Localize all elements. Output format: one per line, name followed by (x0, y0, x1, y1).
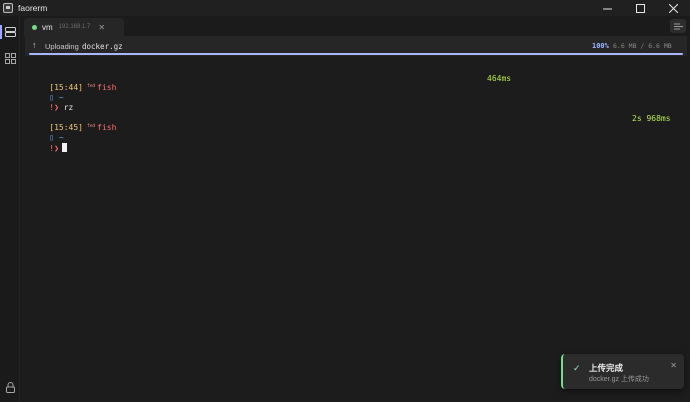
prompt-symbol: !❯ (49, 103, 59, 112)
command-text: rz (63, 103, 74, 112)
app-icon (3, 3, 13, 13)
minimize-icon (603, 8, 612, 9)
sidebar-item-lock[interactable] (0, 377, 20, 397)
tab-label: vm (42, 22, 53, 32)
close-icon (669, 3, 678, 13)
sidebar (0, 16, 20, 402)
close-window-button[interactable] (657, 0, 690, 16)
upload-filename: docker.gz (82, 42, 123, 51)
upload-arrow-icon: ↑ (32, 40, 37, 50)
prompt-command-line: !❯ (30, 134, 67, 162)
minimize-button[interactable] (591, 0, 624, 16)
grid-icon (4, 52, 16, 64)
upload-progress-fill (29, 53, 683, 55)
upload-label: Uploading (45, 42, 79, 51)
check-icon: ✓ (573, 363, 581, 373)
window-title: faorerm (18, 3, 48, 13)
upload-complete-toast: ✓ 上传完成 docker.gz 上传成功 ✕ (561, 354, 684, 389)
tab-vm[interactable]: vm 192.168.1.7 ✕ (24, 18, 124, 36)
os-tag: fed (86, 84, 96, 89)
terminal-cursor (61, 143, 67, 152)
tab-host: 192.168.1.7 (58, 24, 91, 30)
os-tag: fed (86, 124, 96, 129)
toast-close-button[interactable]: ✕ (670, 361, 677, 370)
window-controls (591, 0, 690, 16)
tab-bar: vm 192.168.1.7 ✕ (20, 16, 690, 36)
upload-percent: 100% (592, 42, 609, 50)
maximize-icon (636, 3, 645, 13)
title-bar: faorerm (0, 0, 690, 16)
sidebar-item-sessions[interactable] (0, 22, 20, 42)
upload-size: 6.6 MB / 6.6 MB (613, 42, 672, 50)
prompt-symbol: !❯ (49, 144, 59, 153)
command-duration: 2s 968ms (632, 114, 671, 123)
prompt-shell: fish (97, 83, 117, 92)
maximize-button[interactable] (624, 0, 657, 16)
menu-icon (673, 23, 683, 29)
upload-progress-track (29, 53, 683, 55)
terminal-output[interactable]: [15:44] fed fish 464ms ▯ ~ !❯ rz [15:45] fe… (20, 56, 690, 402)
tab-close-button[interactable]: ✕ (98, 23, 105, 32)
connection-status-dot (32, 24, 37, 30)
server-list-icon (4, 27, 16, 37)
sidebar-item-apps[interactable] (0, 48, 20, 68)
toast-title: 上传完成 (589, 363, 624, 373)
command-duration: 464ms (487, 74, 512, 83)
lock-icon (5, 381, 15, 393)
toast-message: docker.gz 上传成功 (589, 376, 649, 383)
tab-menu-button[interactable] (670, 19, 686, 33)
upload-status-bar: ↑ Uploading docker.gz 100% 6.6 MB / 6.6 … (25, 36, 687, 56)
prompt-shell: fish (97, 123, 117, 132)
